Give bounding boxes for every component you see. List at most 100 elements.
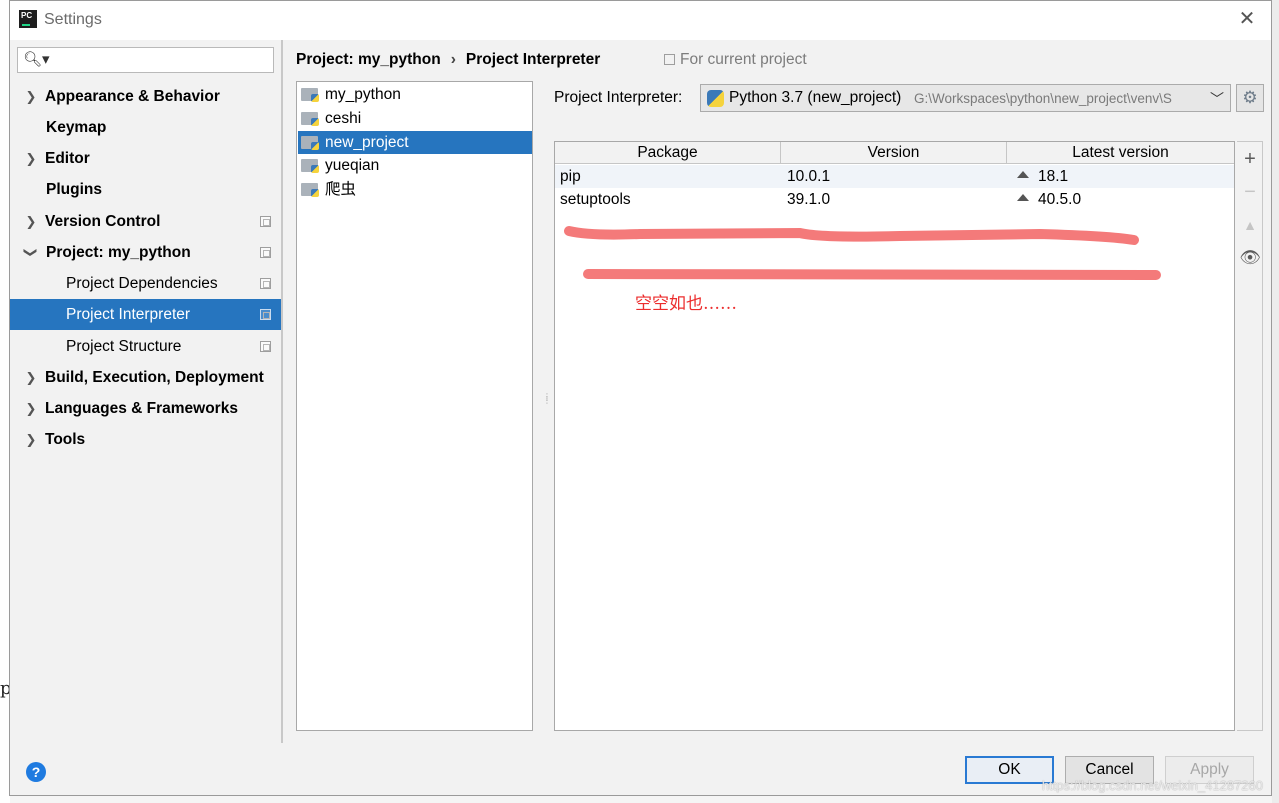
project-scope-icon bbox=[664, 54, 675, 65]
package-table-header: Package Version Latest version bbox=[555, 142, 1234, 164]
sidebar-item-keymap[interactable]: Keymap bbox=[10, 112, 281, 143]
upgrade-arrow-icon bbox=[1017, 171, 1029, 178]
interpreter-dropdown[interactable]: Python 3.7 (new_project) G:\Workspaces\p… bbox=[700, 84, 1231, 112]
project-item-label: my_python bbox=[325, 86, 401, 103]
project-scope-icon bbox=[260, 216, 271, 227]
project-item[interactable]: yueqian bbox=[298, 154, 532, 177]
chevron-right-icon[interactable]: ❯ bbox=[24, 393, 38, 424]
sidebar-item-project-structure[interactable]: Project Structure bbox=[10, 331, 281, 362]
sidebar-item-label: Tools bbox=[45, 431, 86, 448]
breadcrumb: Project: my_python › Project Interpreter bbox=[296, 51, 600, 69]
chevron-right-icon[interactable]: ❯ bbox=[24, 143, 38, 174]
splitter-handle[interactable]: ⋮ ⋮ bbox=[543, 393, 551, 405]
settings-dialog: PC Settings ✕ 🔍︎▾ ❯ Appearance & Behavio… bbox=[9, 0, 1272, 796]
breadcrumb-parent: Project: my_python bbox=[296, 51, 441, 68]
project-item-label: 爬虫 bbox=[325, 181, 357, 198]
chevron-down-icon[interactable]: ﹀ bbox=[1207, 89, 1224, 109]
python-icon bbox=[707, 90, 724, 107]
project-item-label: ceshi bbox=[325, 110, 362, 127]
sidebar-item-editor[interactable]: ❯ Editor bbox=[10, 143, 281, 174]
settings-sidebar: 🔍︎▾ ❯ Appearance & Behavior Keymap ❯ Edi… bbox=[10, 40, 283, 743]
column-header-version[interactable]: Version bbox=[781, 142, 1007, 164]
package-name: setuptools bbox=[560, 191, 631, 208]
table-row[interactable]: pip 10.0.1 18.1 bbox=[555, 165, 1234, 188]
python-folder-icon bbox=[301, 88, 319, 102]
eye-icon[interactable]: 👁︎ bbox=[1237, 245, 1263, 271]
sidebar-item-appearance-behavior[interactable]: ❯ Appearance & Behavior bbox=[10, 81, 281, 112]
sidebar-item-project[interactable]: ❯ Project: my_python bbox=[10, 237, 281, 268]
sidebar-item-label: Plugins bbox=[46, 181, 102, 198]
help-icon[interactable]: ? bbox=[26, 762, 46, 782]
chevron-right-icon[interactable]: ❯ bbox=[24, 206, 38, 237]
column-header-latest-version[interactable]: Latest version bbox=[1007, 142, 1234, 164]
background-right-edge bbox=[1272, 0, 1279, 803]
sidebar-item-label: Appearance & Behavior bbox=[45, 88, 220, 105]
project-scope-icon bbox=[260, 341, 271, 352]
column-header-package[interactable]: Package bbox=[555, 142, 781, 164]
plus-icon[interactable]: + bbox=[1237, 146, 1263, 172]
python-folder-icon bbox=[301, 112, 319, 126]
sidebar-item-languages-frameworks[interactable]: ❯ Languages & Frameworks bbox=[10, 393, 281, 424]
project-item[interactable]: ceshi bbox=[298, 107, 532, 130]
python-folder-icon bbox=[301, 183, 319, 197]
watermark: https://blog.csdn.net/weixin_41287260 bbox=[1041, 778, 1263, 793]
project-item[interactable]: my_python bbox=[298, 83, 532, 106]
sidebar-item-label: Version Control bbox=[45, 213, 161, 230]
sidebar-item-label: Project: my_python bbox=[46, 244, 191, 261]
project-list: my_python ceshi new_project yueqian 爬虫 bbox=[296, 81, 533, 731]
interpreter-label: Project Interpreter: bbox=[554, 89, 683, 106]
project-item-label: new_project bbox=[325, 134, 409, 151]
chevron-right-icon[interactable]: ❯ bbox=[24, 362, 38, 393]
breadcrumb-separator-icon: › bbox=[450, 51, 456, 68]
project-scope-icon bbox=[260, 309, 271, 320]
chevron-down-icon[interactable]: ❯ bbox=[16, 246, 47, 260]
title-bar: PC Settings ✕ bbox=[10, 1, 1271, 40]
sidebar-item-plugins[interactable]: Plugins bbox=[10, 174, 281, 205]
package-latest: 18.1 bbox=[1017, 165, 1068, 188]
project-scope-icon bbox=[260, 247, 271, 258]
close-button[interactable]: ✕ bbox=[1237, 9, 1257, 29]
main-panel: Project: my_python › Project Interpreter F… bbox=[285, 40, 1273, 743]
scope-hint: For current project bbox=[664, 51, 807, 69]
package-table: Package Version Latest version pip 10.0.… bbox=[554, 141, 1235, 731]
sidebar-item-label: Keymap bbox=[46, 119, 107, 136]
project-scope-icon bbox=[260, 278, 271, 289]
package-latest: 40.5.0 bbox=[1017, 188, 1081, 211]
python-folder-icon bbox=[301, 159, 319, 173]
breadcrumb-current: Project Interpreter bbox=[465, 51, 601, 68]
project-item[interactable]: 爬虫 bbox=[298, 178, 532, 201]
dialog-footer: ? OK Cancel Apply https://blog.csdn.net/… bbox=[10, 743, 1271, 795]
search-input[interactable] bbox=[46, 51, 266, 69]
sidebar-item-version-control[interactable]: ❯ Version Control bbox=[10, 206, 281, 237]
package-latest-value: 40.5.0 bbox=[1038, 191, 1082, 208]
sidebar-item-label: Editor bbox=[45, 150, 90, 167]
annotation-text: 空空如也…… bbox=[635, 294, 737, 314]
sidebar-item-project-dependencies[interactable]: Project Dependencies bbox=[10, 268, 281, 299]
package-version: 39.1.0 bbox=[787, 191, 831, 208]
upgrade-arrow-icon bbox=[1017, 194, 1029, 201]
ok-button[interactable]: OK bbox=[965, 756, 1054, 784]
package-latest-value: 18.1 bbox=[1038, 168, 1069, 185]
sidebar-item-tools[interactable]: ❯ Tools bbox=[10, 424, 281, 455]
pycharm-icon: PC bbox=[19, 10, 37, 28]
scope-hint-text: For current project bbox=[680, 51, 807, 68]
package-version: 10.0.1 bbox=[787, 168, 831, 185]
project-item-label: yueqian bbox=[325, 157, 380, 174]
project-item-selected[interactable]: new_project bbox=[298, 131, 532, 154]
chevron-right-icon[interactable]: ❯ bbox=[24, 424, 38, 455]
table-row[interactable]: setuptools 39.1.0 40.5.0 bbox=[555, 188, 1234, 211]
minus-icon[interactable]: − bbox=[1237, 179, 1263, 205]
sidebar-item-project-interpreter[interactable]: Project Interpreter bbox=[10, 299, 281, 330]
sidebar-item-label: Languages & Frameworks bbox=[45, 400, 238, 417]
gear-icon[interactable]: ⚙ bbox=[1236, 84, 1264, 112]
sidebar-item-build-execution-deployment[interactable]: ❯ Build, Execution, Deployment bbox=[10, 362, 281, 393]
interpreter-name: Python 3.7 (new_project) bbox=[729, 89, 902, 106]
search-box[interactable]: 🔍︎▾ bbox=[17, 47, 274, 73]
sidebar-item-label: Build, Execution, Deployment bbox=[45, 369, 264, 386]
upgrade-icon[interactable]: ▲ bbox=[1237, 212, 1263, 238]
chevron-right-icon[interactable]: ❯ bbox=[24, 81, 38, 112]
interpreter-path: G:\Workspaces\python\new_project\venv\S bbox=[914, 91, 1172, 106]
package-name: pip bbox=[560, 168, 581, 185]
package-toolbar: + − ▲ 👁︎ bbox=[1237, 141, 1263, 731]
python-folder-icon bbox=[301, 136, 319, 150]
